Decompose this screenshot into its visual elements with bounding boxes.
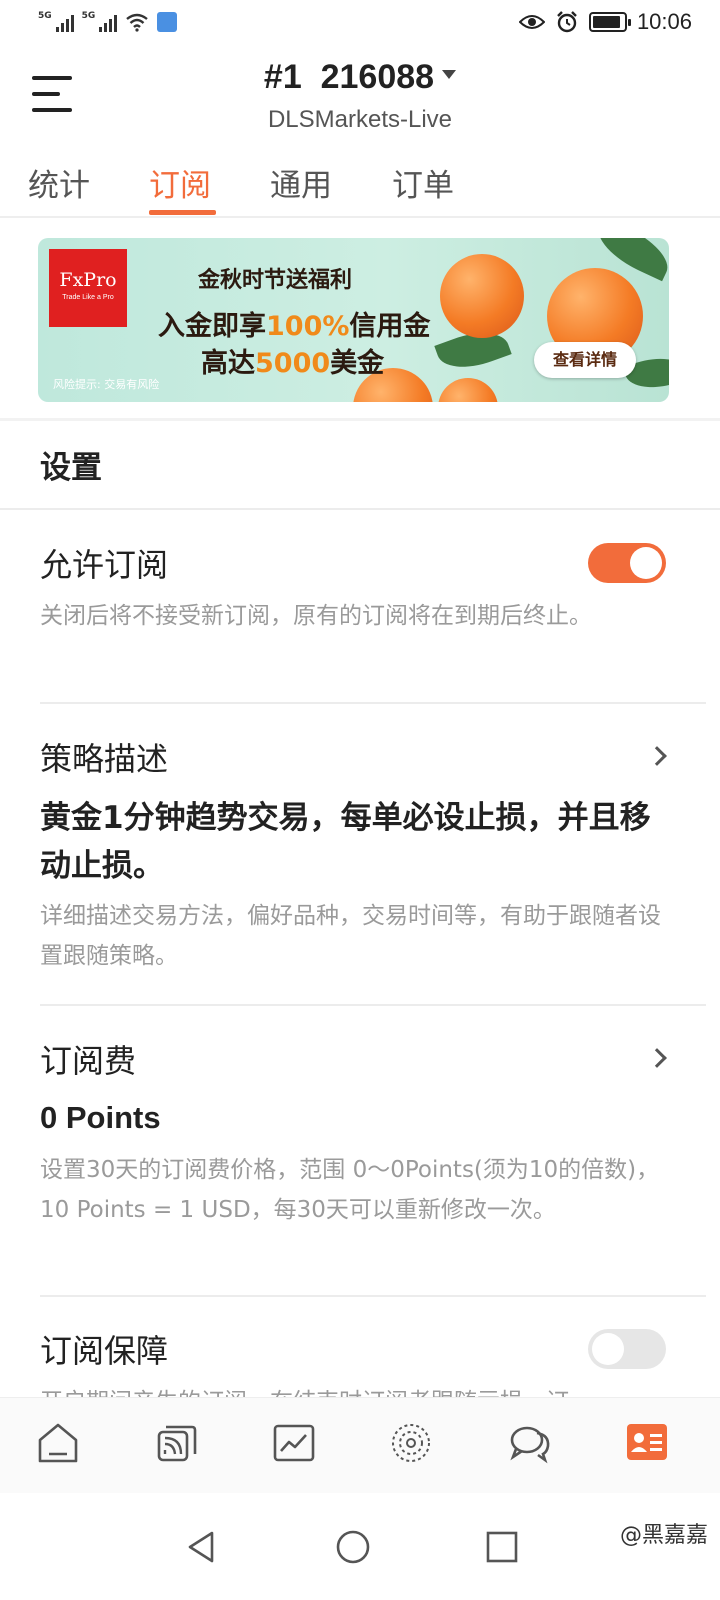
app-notification-icon xyxy=(157,12,178,32)
status-right: 10:06 xyxy=(518,9,692,35)
banner-headline: 金秋时节送福利 xyxy=(198,268,353,293)
strategy-description: 详细描述交易方法，偏好品种，交易时间等，有助于跟随者设置跟随策略。 xyxy=(40,903,661,969)
divider xyxy=(0,508,720,510)
tab-statistics[interactable]: 统计 xyxy=(28,160,90,205)
community-globe-icon[interactable] xyxy=(388,1420,434,1466)
banner-amount-line: 高达5000美金 xyxy=(201,348,385,379)
recents-icon[interactable] xyxy=(484,1529,520,1565)
chart-icon[interactable] xyxy=(271,1420,317,1466)
logo-tagline: Trade Like a Pro xyxy=(62,294,114,301)
watermark: @黑嘉嘉 xyxy=(619,1523,708,1548)
home-icon[interactable] xyxy=(35,1420,81,1466)
allow-subscription-description: 关闭后将不接受新订阅，原有的订阅将在到期后终止。 xyxy=(40,603,592,629)
divider xyxy=(40,702,706,704)
bottom-navigation xyxy=(0,1397,720,1493)
chevron-right-icon[interactable] xyxy=(647,1048,667,1068)
promo-banner[interactable]: FxPro Trade Like a Pro 金秋时节送福利 入金即享100%信… xyxy=(38,238,669,402)
divider xyxy=(40,1004,706,1006)
system-navigation-bar: @黑嘉嘉 xyxy=(0,1493,720,1600)
fee-description: 设置30天的订阅费价格，范围 0～0Points(须为10的倍数)，10 Poi… xyxy=(40,1157,660,1223)
settings-section-title: 设置 xyxy=(40,450,102,486)
wifi-icon xyxy=(126,13,149,32)
app-header: #1 216088 DLSMarkets-Live xyxy=(0,48,720,148)
alarm-icon xyxy=(557,11,577,33)
tab-orders[interactable]: 订单 xyxy=(392,160,454,205)
signal-2-label: 5G xyxy=(81,11,96,21)
guarantee-description: 开启期间产生的订阅，在结束时订阅者跟随亏损，订 xyxy=(40,1382,670,1398)
allow-subscription-title: 允许订阅 xyxy=(40,546,169,584)
status-left: 5G 5G xyxy=(38,12,178,32)
fee-title: 订阅费 xyxy=(40,1042,137,1080)
sim-signal-icon: 5G xyxy=(82,12,118,32)
status-bar: 5G 5G 10:06 xyxy=(0,0,720,48)
signal-1-label: 5G xyxy=(38,11,52,21)
guarantee-toggle[interactable] xyxy=(588,1329,666,1369)
tab-general[interactable]: 通用 xyxy=(270,160,332,205)
account-selector[interactable]: #1 216088 xyxy=(0,58,720,97)
orange-decoration xyxy=(440,254,524,338)
quotes-cards-icon[interactable] xyxy=(154,1420,200,1466)
battery-icon xyxy=(588,12,631,32)
battery-fill xyxy=(592,16,620,28)
banner-offer-line: 入金即享100%信用金 xyxy=(158,311,431,342)
strategy-title: 策略描述 xyxy=(40,740,169,778)
logo-text: FxPro xyxy=(59,269,117,291)
server-name: DLSMarkets-Live xyxy=(267,106,453,133)
divider xyxy=(40,1295,706,1297)
tab-subscription[interactable]: 订阅 xyxy=(149,160,211,205)
strategy-value: 黄金1分钟趋势交易，每单必设止损，并且移动止损。 xyxy=(40,800,651,884)
risk-disclaimer: 风险提示: 交易有风险 xyxy=(53,378,160,391)
orange-decoration xyxy=(438,378,498,402)
back-icon[interactable] xyxy=(184,1529,220,1565)
active-tab-indicator xyxy=(149,210,216,215)
fxpro-logo: FxPro Trade Like a Pro xyxy=(49,249,127,327)
tab-bar: 统计 订阅 通用 订单 xyxy=(0,152,720,218)
allow-subscription-toggle[interactable] xyxy=(588,543,666,583)
fee-value: 0 Points xyxy=(40,1100,161,1135)
sim-signal-icon: 5G xyxy=(38,12,74,32)
eye-icon xyxy=(518,15,545,29)
toggle-knob xyxy=(630,547,662,579)
profile-card-icon[interactable] xyxy=(624,1420,670,1466)
home-circle-icon[interactable] xyxy=(335,1529,371,1565)
status-time: 10:06 xyxy=(636,9,692,34)
chat-icon[interactable] xyxy=(507,1420,553,1466)
toggle-knob xyxy=(592,1333,624,1365)
guarantee-title: 订阅保障 xyxy=(40,1332,169,1370)
view-details-button[interactable]: 查看详情 xyxy=(534,342,636,378)
account-number: #1 216088 xyxy=(263,58,435,96)
dropdown-caret-icon xyxy=(442,69,457,79)
section-divider xyxy=(0,418,720,421)
chevron-right-icon[interactable] xyxy=(647,746,667,766)
